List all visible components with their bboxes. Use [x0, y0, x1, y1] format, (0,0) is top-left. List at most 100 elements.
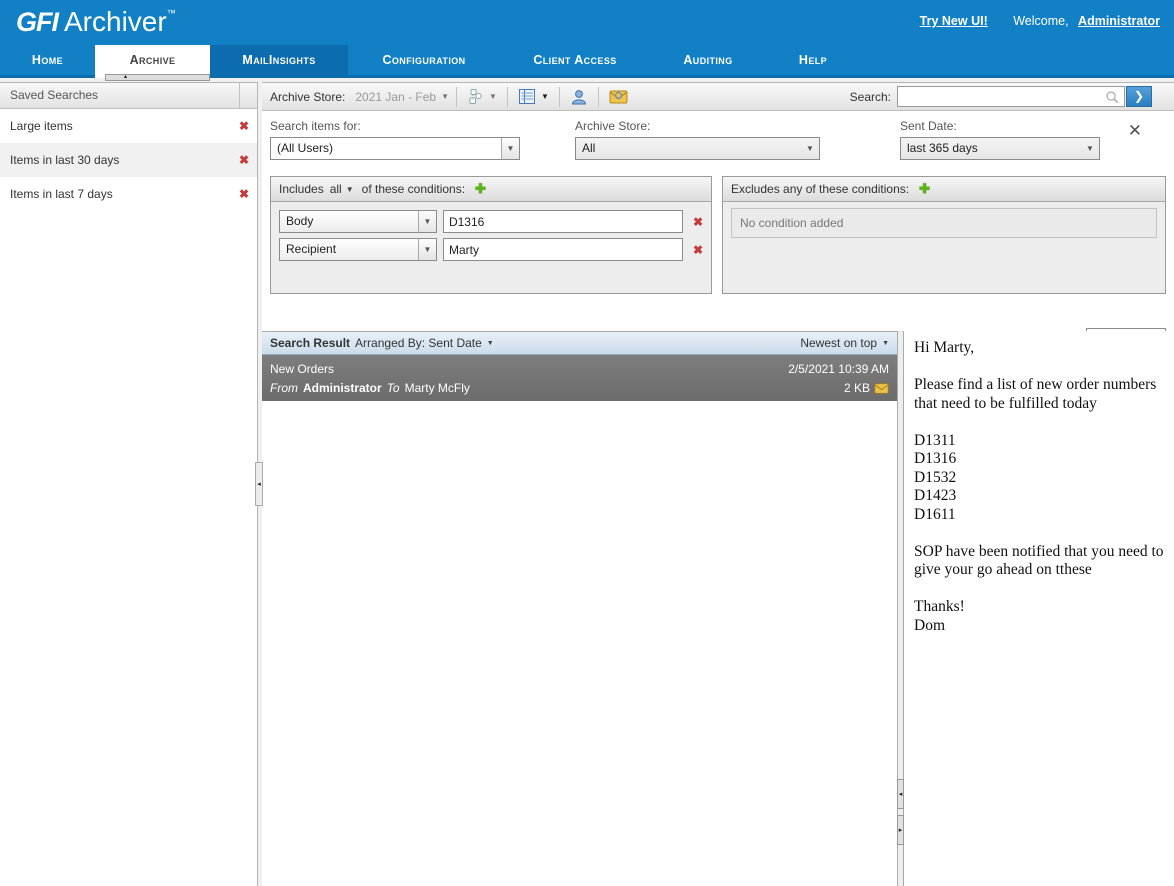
- column-layout-caret-icon: ▼: [541, 92, 549, 101]
- chevron-down-icon: ▼: [418, 211, 436, 232]
- saved-search-last-30-days[interactable]: Items in last 30 days ✖: [0, 143, 257, 177]
- saved-search-last-7-days[interactable]: Items in last 7 days ✖: [0, 177, 257, 211]
- excludes-header: Excludes any of these conditions: ✚: [723, 177, 1165, 202]
- delete-saved-search-icon[interactable]: ✖: [239, 177, 249, 211]
- includes-suffix: of these conditions:: [362, 182, 465, 196]
- to-label: To: [387, 379, 400, 398]
- column-layout-button[interactable]: ▼: [515, 86, 552, 107]
- mail-type-envelope-icon: [874, 383, 889, 394]
- saved-searches-header-cap: [239, 83, 257, 108]
- search-items-for-label: Search items for:: [270, 119, 520, 133]
- condition-value-input[interactable]: [443, 210, 683, 233]
- sort-order-control[interactable]: Newest on top ▼: [800, 336, 889, 350]
- archive-store-label: Archive Store:: [575, 119, 820, 133]
- archive-store-dropdown[interactable]: All ▼: [575, 137, 820, 160]
- saved-search-label: Large items: [10, 119, 73, 133]
- condition-field-dropdown[interactable]: Recipient ▼: [279, 238, 437, 261]
- sort-order-label: Newest on top: [800, 336, 877, 350]
- close-advanced-search-icon[interactable]: ✕: [1128, 121, 1142, 141]
- search-results-header: Search Result Arranged By: Sent Date ▼ N…: [262, 332, 897, 355]
- column-layout-icon: [518, 88, 536, 105]
- email-view-button[interactable]: [606, 87, 631, 106]
- email-preview-pane: Hi Marty, Please find a list of new orde…: [904, 331, 1174, 886]
- welcome-text: Welcome,: [1013, 14, 1068, 28]
- user-icon: [570, 88, 588, 106]
- header-user-area: Try New UI! Welcome, Administrator: [920, 14, 1160, 28]
- splitter-collapse-right-handle[interactable]: ▸: [897, 815, 904, 845]
- tab-mailinsights[interactable]: MailInsights: [210, 45, 348, 78]
- sort-order-caret-icon: ▼: [882, 340, 889, 347]
- delete-saved-search-icon[interactable]: ✖: [239, 109, 249, 143]
- archive-store-group: Archive Store: All ▼: [575, 119, 820, 160]
- includes-prefix: Includes: [279, 182, 324, 196]
- user-view-button[interactable]: [567, 86, 591, 108]
- mail-size-area: 2 KB: [844, 379, 889, 398]
- try-new-ui-link[interactable]: Try New UI!: [920, 14, 988, 28]
- archive-store-toolbar-value[interactable]: 2021 Jan - Feb: [355, 90, 436, 104]
- remove-condition-icon[interactable]: ✖: [693, 215, 703, 229]
- excludes-panel: Excludes any of these conditions: ✚ No c…: [722, 176, 1166, 294]
- add-include-condition-icon[interactable]: ✚: [475, 181, 486, 197]
- chevron-down-icon: ▼: [1081, 138, 1099, 159]
- administrator-link[interactable]: Administrator: [1078, 14, 1160, 28]
- saved-searches-header: Saved Searches: [0, 83, 257, 109]
- sent-date-dropdown[interactable]: last 365 days ▼: [900, 137, 1100, 160]
- saved-searches-title: Saved Searches: [10, 88, 98, 102]
- tab-client-access[interactable]: Client Access: [500, 45, 650, 78]
- toolbar-separator: [507, 87, 508, 107]
- gfi-archiver-logo: GFIArchiver™: [16, 6, 176, 38]
- archive-store-toolbar-label: Archive Store:: [270, 90, 345, 104]
- mail-size: 2 KB: [844, 379, 870, 398]
- content-area: Archive Store: 2021 Jan - Feb ▼ ▼: [262, 82, 1174, 886]
- arranged-by-label[interactable]: Arranged By: Sent Date: [355, 336, 482, 350]
- sent-date-label: Sent Date:: [900, 119, 1100, 133]
- logo-gfi-text: GFI: [16, 7, 58, 37]
- result-row-selected[interactable]: New Orders 2/5/2021 10:39 AM From Admini…: [262, 355, 897, 401]
- condition-row: Recipient ▼ ✖: [279, 238, 703, 261]
- saved-searches-panel: Saved Searches Large items ✖ Items in la…: [0, 82, 258, 886]
- mail-from: Administrator: [303, 379, 382, 398]
- grouping-caret-icon: ▼: [489, 92, 497, 101]
- search-results-pane: Search Result Arranged By: Sent Date ▼ N…: [262, 331, 897, 886]
- email-body-text: Hi Marty, Please find a list of new orde…: [904, 331, 1174, 635]
- condition-row: Body ▼ ✖: [279, 210, 703, 233]
- sidebar-collapse-handle[interactable]: ◂: [255, 462, 263, 506]
- archive-store-caret-icon[interactable]: ▼: [441, 92, 449, 101]
- grouping-button[interactable]: ▼: [464, 86, 500, 107]
- mail-subject: New Orders: [270, 360, 334, 379]
- magnifier-icon: [1105, 90, 1120, 105]
- no-condition-placeholder: No condition added: [731, 208, 1157, 238]
- quick-search-input[interactable]: [898, 87, 1096, 106]
- condition-value-input[interactable]: [443, 238, 683, 261]
- chevron-down-icon[interactable]: ▼: [501, 138, 519, 159]
- arranged-by-caret-icon[interactable]: ▼: [487, 340, 494, 347]
- condition-field-value: Recipient: [286, 242, 336, 256]
- app-header: GFIArchiver™ Try New UI! Welcome, Admini…: [0, 0, 1174, 45]
- includes-mode-value[interactable]: all: [330, 182, 342, 196]
- tab-help[interactable]: Help: [766, 45, 860, 78]
- remove-condition-icon[interactable]: ✖: [693, 243, 703, 257]
- toolbar-separator: [559, 87, 560, 107]
- gfi-archiver-window: GFIArchiver™ Try New UI! Welcome, Admini…: [0, 0, 1174, 886]
- grouping-icon: [467, 88, 484, 105]
- search-items-for-dropdown[interactable]: (All Users) ▼: [270, 137, 520, 160]
- tab-auditing[interactable]: Auditing: [650, 45, 766, 78]
- add-exclude-condition-icon[interactable]: ✚: [919, 181, 930, 197]
- search-go-button[interactable]: ❯: [1126, 86, 1152, 107]
- includes-panel: Includes all ▼ of these conditions: ✚ Bo…: [270, 176, 712, 294]
- delete-saved-search-icon[interactable]: ✖: [239, 143, 249, 177]
- condition-field-value: Body: [286, 214, 313, 228]
- tab-home[interactable]: Home: [0, 45, 95, 78]
- quick-search-label: Search:: [850, 90, 891, 104]
- sent-date-group: Sent Date: last 365 days ▼: [900, 119, 1100, 160]
- preview-splitter[interactable]: ◂ ▸: [897, 331, 904, 886]
- tab-configuration[interactable]: Configuration: [348, 45, 500, 78]
- saved-search-large-items[interactable]: Large items ✖: [0, 109, 257, 143]
- splitter-collapse-left-handle[interactable]: ◂: [897, 779, 904, 809]
- includes-mode-caret-icon[interactable]: ▼: [346, 185, 354, 194]
- advanced-search-form: Search items for: (All Users) ▼ Archive …: [262, 111, 1174, 323]
- condition-field-dropdown[interactable]: Body ▼: [279, 210, 437, 233]
- result-row-line2: From Administrator To Marty McFly 2 KB: [270, 379, 889, 398]
- toolbar-separator: [598, 87, 599, 107]
- toolbar-separator: [456, 87, 457, 107]
